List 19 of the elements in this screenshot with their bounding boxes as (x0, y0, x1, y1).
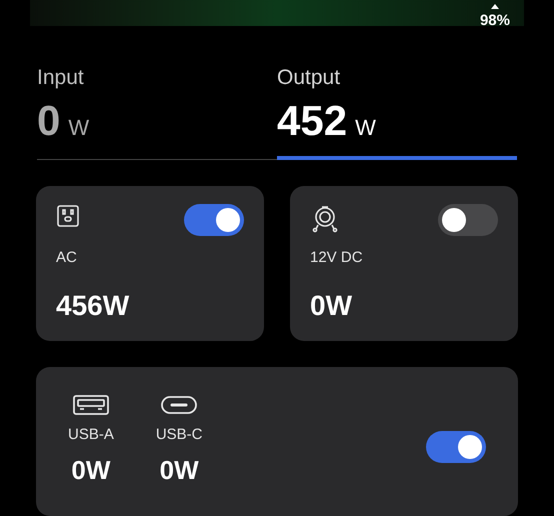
toggle-switch[interactable] (184, 204, 244, 236)
caret-up-icon (490, 4, 499, 9)
port-power: 456W (56, 290, 130, 322)
port-power: 0W (310, 290, 352, 322)
port-label: USB-C (156, 425, 203, 445)
port-power: 0W (160, 455, 199, 485)
port-label: 12V DC (310, 248, 363, 268)
toggle-switch[interactable] (438, 204, 498, 236)
power-tab[interactable]: Input 0 W (37, 64, 277, 160)
outlet-icon (56, 204, 80, 228)
battery-percent: 98% (480, 11, 510, 31)
power-tab[interactable]: Output 452 W (277, 64, 517, 160)
port-power: 0W (71, 455, 110, 485)
usb-c-port-icon (161, 396, 198, 414)
port-label: AC (56, 248, 77, 268)
port-label: USB-A (68, 425, 114, 445)
usb-port-icon (72, 395, 109, 415)
toggle-switch[interactable] (426, 431, 486, 463)
socket-icon (310, 204, 340, 234)
